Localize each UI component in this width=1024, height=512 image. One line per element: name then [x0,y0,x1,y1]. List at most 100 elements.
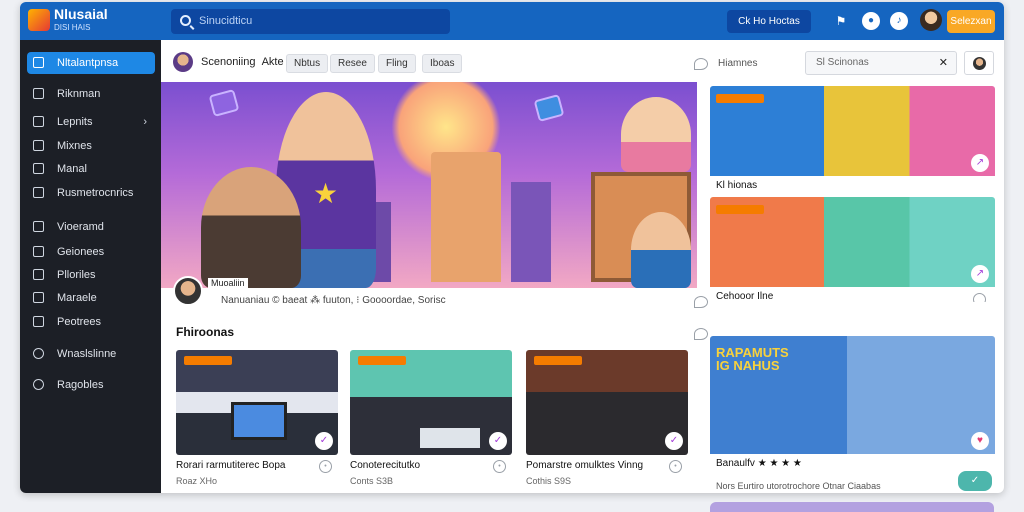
sidebar-item-label: Vioeramd [57,221,104,233]
filter-chip[interactable]: Nbtus [286,54,329,73]
people-icon [33,316,44,327]
sidebar-item-0[interactable]: Nltalantpnsa [27,52,155,74]
heart-icon[interactable]: ♥ [971,432,989,450]
sidebar-item-10[interactable]: Peotrees [27,311,155,333]
hero-character [201,167,301,288]
channel-title: Scenoniing [201,56,256,68]
hero-video[interactable]: ★ [161,82,697,288]
card-meta: Conts S3B [350,476,394,486]
side-card[interactable]: ↗ Kl hionas [710,86,995,191]
search-icon [180,15,191,26]
box-icon [33,163,44,174]
hero-building [511,182,551,282]
card-title[interactable]: Pomarstre omulktes Vinng [526,460,688,471]
filter-chip[interactable]: Fling [378,54,416,73]
video-thumbnail[interactable]: ✓ [526,350,688,455]
app-logo-icon[interactable] [28,9,50,31]
comment-icon[interactable] [694,58,708,70]
star-icon: ★ [313,178,339,209]
side-card-title[interactable]: Cehooor Ilne [710,291,995,302]
sidebar-item-label: Rusmetrocnrics [57,187,134,199]
heart-icon[interactable]: ✓ [665,432,683,450]
sidebar-item-label: Lepnits [57,116,93,128]
heart-icon[interactable]: ✓ [315,432,333,450]
settings-icon [33,379,44,390]
video-icon [33,221,44,232]
comment-icon[interactable] [694,296,708,308]
video-thumbnail[interactable]: ✓ [350,350,512,455]
sidebar-item-9[interactable]: Maraele [27,287,155,309]
sidebar-item-6[interactable]: Vioeramd [27,216,155,238]
settings-icon[interactable]: ♪ [890,12,908,30]
video-badge [716,205,764,214]
app-window: Nlusaial DISI HAIS Sinucidticu Ck Ho Hoc… [20,2,1004,493]
filter-chip[interactable]: Resee [330,54,375,73]
filter-chip[interactable]: Iboas [422,54,463,73]
more-icon[interactable]: • [669,460,682,473]
notification-icon[interactable]: ● [862,12,880,30]
sidebar-item-label: Wnaslslinne [57,348,117,360]
sidebar-item-label: Ragobles [57,379,104,391]
sidebar-item-2[interactable]: Lepnits › [27,111,155,133]
more-icon[interactable]: • [319,460,332,473]
channel-avatar[interactable] [173,52,193,72]
video-thumbnail[interactable]: ✓ [176,350,338,455]
edit-icon [33,57,44,68]
sidebar-item-7[interactable]: Geionees [27,241,155,263]
panel-search-input[interactable]: Sl Scinonas ✕ [805,51,957,75]
sidebar-item-3[interactable]: Mixnes [27,135,155,157]
video-card[interactable]: ✓ Rorari rarmutiterec Bopa Roaz XHo • [176,350,338,486]
brand[interactable]: Nlusaial DISI HAIS [54,6,108,34]
more-icon[interactable] [973,293,986,302]
heart-icon[interactable]: ✓ [489,432,507,450]
thumbnail-screen [231,402,287,440]
close-icon[interactable]: ✕ [939,52,948,74]
layers-icon [33,246,44,257]
side-thumbnail[interactable]: RAPAMUTS IG NAHUS ♥ [710,336,995,454]
side-thumbnail[interactable]: ↗ [710,86,995,176]
floating-action-button[interactable]: ✓ [958,471,992,491]
hero-building [431,152,501,282]
side-card[interactable]: ↗ Cehooor Ilne [710,197,995,302]
user-avatar[interactable] [920,9,942,31]
card-title[interactable]: Conoterecitutko [350,460,512,471]
hero-character [621,97,691,172]
channel-name[interactable]: Scenoniing Akte · [201,56,290,68]
profile-button[interactable] [964,51,994,75]
brand-name: Nlusaial [54,6,108,22]
creator-avatar[interactable] [173,276,203,306]
share-icon[interactable]: ↗ [971,154,989,172]
sidebar-item-12[interactable]: Ragobles [27,374,155,396]
video-card[interactable]: ✓ Pomarstre omulktes Vinng Cothis S9S • [526,350,688,486]
more-icon[interactable]: • [493,460,506,473]
card-title[interactable]: Rorari rarmutiterec Bopa [176,460,338,471]
comment-icon[interactable] [694,328,708,340]
channel-subtitle: Akte [261,56,284,68]
search-input[interactable]: Sinucidticu [171,9,450,34]
sidebar-item-11[interactable]: Wnaslslinne [27,343,155,365]
music-icon [33,292,44,303]
next-card-peek [710,502,994,512]
sidebar: Nltalantpnsa Riknman Lepnits › Mixnes Man… [20,40,161,493]
sidebar-item-1[interactable]: Riknman [27,83,155,105]
sidebar-item-label: Manal [57,163,87,175]
video-card[interactable]: ✓ Conoterecitutko Conts S3B • [350,350,512,486]
hero-floating-icon [208,89,240,117]
side-card[interactable]: RAPAMUTS IG NAHUS ♥ Banaulfv ★ ★ ★ ★ Nor… [710,336,995,491]
share-icon[interactable]: ↗ [971,265,989,283]
section-title: Fhiroonas [176,325,235,339]
flag-icon[interactable]: ⚑ [832,12,850,30]
sidebar-item-8[interactable]: Plloriles [27,264,155,286]
side-card-title[interactable]: Kl hionas [710,180,995,191]
hero-title[interactable]: Nanuaniau © baeat ⁂ fuuton, ⁝ Goooordae,… [221,295,446,306]
tag-icon [33,269,44,280]
cta-button[interactable]: Selezxan [947,10,995,33]
sidebar-item-4[interactable]: Manal [27,158,155,180]
top-action-button[interactable]: Ck Ho Hoctas [727,10,811,33]
side-card-title[interactable]: Banaulfv ★ ★ ★ ★ [710,458,995,469]
sidebar-item-5[interactable]: Rusmetrocnrics [27,182,155,204]
sidebar-item-label: Mixnes [57,140,92,152]
right-panel: Hiamnes Sl Scinonas ✕ ↗ Kl hionas ↗ Ceho… [708,40,1004,493]
side-thumbnail[interactable]: ↗ [710,197,995,287]
sidebar-item-label: Nltalantpnsa [57,57,119,69]
